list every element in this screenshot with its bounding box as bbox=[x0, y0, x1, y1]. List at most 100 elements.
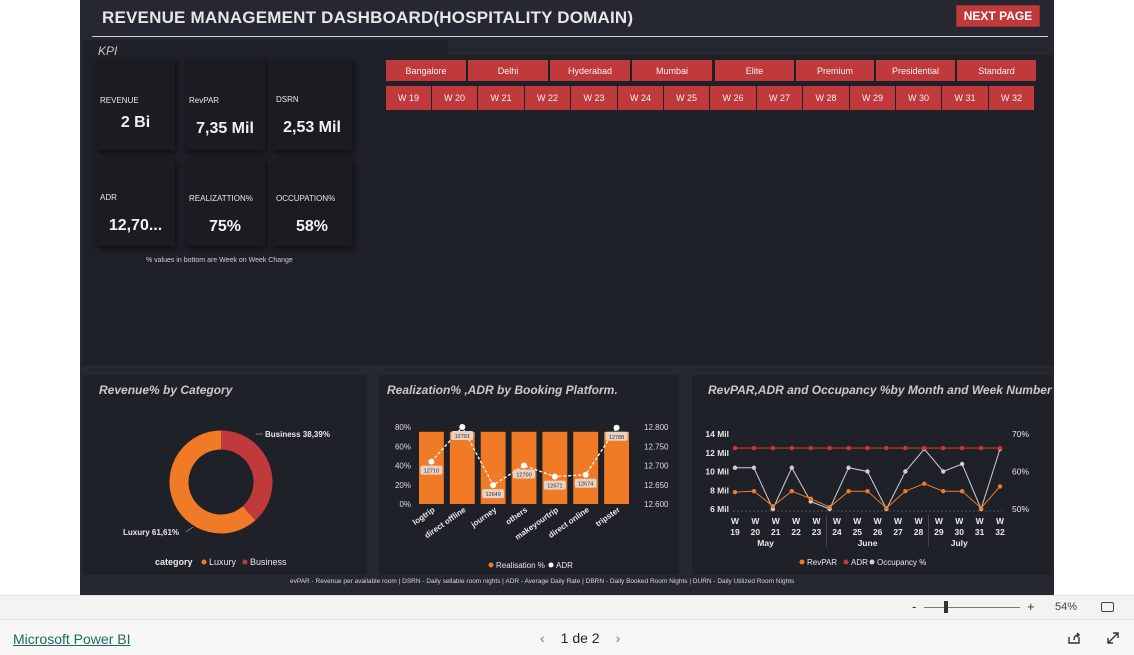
x-week-prefix: W bbox=[935, 516, 944, 526]
donut-svg: Business 38,39% Luxury 61,61% category L… bbox=[123, 430, 330, 567]
legend-business-label: Business bbox=[250, 557, 287, 567]
legend-revpar-dot bbox=[799, 559, 805, 565]
occupancy-point bbox=[789, 465, 794, 470]
week-27-button[interactable]: W 27 bbox=[757, 86, 802, 110]
expand-icon[interactable] bbox=[1106, 631, 1120, 645]
adr-data-label: 12674 bbox=[578, 482, 593, 488]
revenue-by-category-chart[interactable]: Revenue% by Category Business 38,39% Lux… bbox=[83, 375, 367, 575]
kpi-card-dsrn[interactable]: DSRN 2,53 Mil bbox=[272, 58, 352, 150]
city-delhi-button[interactable]: Delhi bbox=[468, 60, 548, 81]
legend-adr-label: ADR bbox=[851, 558, 868, 567]
combo-svg: 0% 20% 40% 60% 80% 12.600 12.650 12.700 12.750 12… bbox=[395, 423, 669, 570]
kpi-value: 75% bbox=[208, 218, 242, 235]
week-24-button[interactable]: W 24 bbox=[618, 86, 663, 110]
revpar-point bbox=[751, 488, 757, 494]
x-week-number: 30 bbox=[954, 527, 964, 537]
adr-point bbox=[751, 445, 757, 451]
kpi-card-revpar[interactable]: RevPAR 7,35 Mil bbox=[185, 58, 265, 150]
city-bangalore-button[interactable]: Bangalore bbox=[386, 60, 466, 81]
kpi-card-revenue[interactable]: REVENUE 2 Bi bbox=[96, 58, 175, 150]
next-page-arrow-button[interactable]: › bbox=[616, 630, 621, 646]
kpi-value: 2,53 Mil bbox=[283, 119, 341, 136]
x-week-prefix: W bbox=[955, 516, 964, 526]
share-icon[interactable] bbox=[1066, 631, 1082, 645]
kpi-value: 7,35 Mil bbox=[196, 120, 254, 137]
legend-occupancy-label: Occupancy % bbox=[877, 558, 926, 567]
y-right-tick: 50% bbox=[1012, 504, 1029, 514]
adr-point bbox=[884, 445, 889, 451]
revpar-point bbox=[846, 488, 851, 494]
week-31-button[interactable]: W 31 bbox=[942, 86, 988, 110]
week-20-button[interactable]: W 20 bbox=[432, 86, 477, 110]
revpar-point bbox=[770, 503, 776, 509]
adr-data-label: 12700 bbox=[516, 473, 531, 479]
revpar-point bbox=[827, 504, 832, 510]
kpi-card-occupation[interactable]: OCCUPATION% 58% bbox=[272, 158, 352, 246]
week-23-button[interactable]: W 23 bbox=[571, 86, 617, 110]
realization-adr-chart[interactable]: Realization% ,ADR by Booking Platform. 0… bbox=[379, 375, 679, 575]
power-bi-link[interactable]: Microsoft Power BI bbox=[13, 631, 130, 647]
occupancy-point bbox=[903, 469, 908, 474]
x-week-prefix: W bbox=[751, 516, 760, 526]
page-navigator: ‹ 1 de 2 › bbox=[540, 630, 620, 646]
kpi-label: RevPAR bbox=[189, 96, 220, 105]
revpar-point bbox=[997, 484, 1003, 489]
adr-point bbox=[582, 471, 589, 478]
kpi-label: DSRN bbox=[276, 95, 299, 104]
x-week-number: 26 bbox=[873, 527, 883, 537]
revpar-point bbox=[903, 488, 908, 494]
city-mumbai-button[interactable]: Mumbai bbox=[632, 60, 712, 81]
week-30-button[interactable]: W 30 bbox=[896, 86, 941, 110]
revpar-adr-occupancy-chart[interactable]: RevPAR,ADR and Occupancy %by Month and W… bbox=[692, 375, 1052, 575]
week-29-button[interactable]: W 29 bbox=[850, 86, 895, 110]
week-32-button[interactable]: W 32 bbox=[989, 86, 1034, 110]
zoom-slider-track[interactable] bbox=[924, 607, 1020, 608]
adr-point bbox=[808, 445, 813, 451]
week-22-button[interactable]: W 22 bbox=[525, 86, 570, 110]
x-week-prefix: W bbox=[914, 516, 923, 526]
kpi-card-realization[interactable]: REALIZATTION% 75% bbox=[185, 158, 265, 246]
week-28-button[interactable]: W 28 bbox=[803, 86, 849, 110]
week-25-button[interactable]: W 25 bbox=[664, 86, 709, 110]
week-19-button[interactable]: W 19 bbox=[386, 86, 431, 110]
x-week-number: 20 bbox=[751, 527, 761, 537]
adr-point bbox=[459, 424, 466, 430]
business-data-label: Business 38,39% bbox=[265, 430, 330, 439]
x-category-label: logtrip bbox=[411, 505, 437, 527]
x-week-prefix: W bbox=[772, 516, 781, 526]
fit-to-page-icon[interactable] bbox=[1101, 602, 1114, 612]
kpi-card-adr[interactable]: ADR 12,70... bbox=[96, 158, 175, 246]
previous-page-button[interactable]: ‹ bbox=[540, 630, 545, 646]
zoom-in-button[interactable]: + bbox=[1027, 599, 1035, 614]
revpar-line bbox=[734, 483, 1001, 509]
kpi-value: 58% bbox=[295, 218, 329, 235]
adr-point bbox=[959, 445, 965, 451]
donut-slice-business bbox=[220, 430, 273, 521]
adr-point bbox=[922, 445, 927, 451]
x-week-prefix: W bbox=[813, 516, 822, 526]
adr-data-label: 12649 bbox=[485, 492, 500, 498]
room-class-presidential-button[interactable]: Presidential bbox=[876, 60, 955, 81]
room-class-premium-button[interactable]: Premium bbox=[796, 60, 874, 81]
room-class-elite-button[interactable]: Elite bbox=[715, 60, 794, 81]
revpar-point bbox=[884, 505, 889, 511]
report-canvas: REVENUE MANAGEMENT DASHBOARD(HOSPITALITY… bbox=[80, 0, 1054, 595]
zoom-out-button[interactable]: - bbox=[912, 599, 916, 614]
x-month-label: June bbox=[858, 538, 878, 548]
week-26-button[interactable]: W 26 bbox=[710, 86, 756, 110]
city-hyderabad-button[interactable]: Hyderabad bbox=[550, 60, 630, 81]
legend-occupancy-dot bbox=[869, 559, 875, 565]
kpi-label: REALIZATTION% bbox=[189, 194, 253, 203]
realisation-bar bbox=[542, 431, 568, 504]
week-21-button[interactable]: W 21 bbox=[478, 86, 524, 110]
y-left-tick: 40% bbox=[395, 462, 411, 471]
zoom-slider-thumb[interactable] bbox=[944, 601, 948, 613]
room-class-standard-button[interactable]: Standard bbox=[957, 60, 1036, 81]
next-page-button[interactable]: NEXT PAGE bbox=[956, 5, 1040, 27]
x-week-prefix: W bbox=[996, 516, 1005, 526]
revpar-point bbox=[978, 505, 984, 511]
x-week-number: 23 bbox=[812, 527, 822, 537]
x-week-number: 25 bbox=[853, 527, 863, 537]
y-left-tick: 12 Mil bbox=[705, 448, 729, 458]
adr-point bbox=[997, 445, 1003, 451]
